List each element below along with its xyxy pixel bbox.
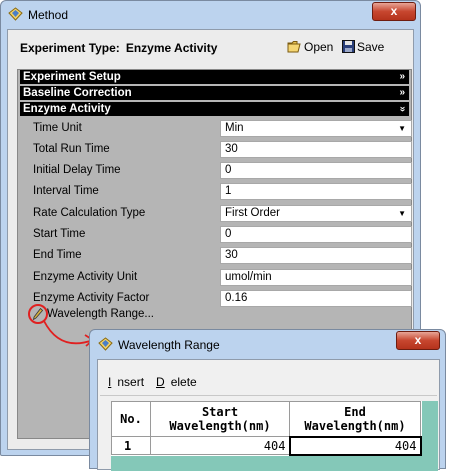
app-icon — [98, 337, 113, 354]
wavelength-table: No. Start Wavelength(nm) End Wavelength(nm… — [111, 401, 422, 456]
dialog-menu: Insert Delete — [108, 375, 209, 389]
delete-label-rest: elete — [170, 375, 197, 389]
dialog-client: Insert Delete No. Start Wavelength(nm) End… — [97, 359, 440, 471]
wavelength-range-dialog: Wavelength Range x Insert Delete No. Star… — [89, 329, 446, 471]
start-header-line2: Wavelength(nm) — [169, 419, 271, 433]
dialog-title: Wavelength Range — [118, 338, 220, 352]
insert-menu-item[interactable]: Insert — [108, 375, 150, 389]
start-header-line1: Start — [201, 405, 239, 419]
dialog-close-button[interactable]: x — [396, 331, 440, 350]
end-header-line1: End — [344, 404, 366, 419]
column-header-end: End Wavelength(nm) — [289, 401, 421, 437]
wavelength-grid: No. Start Wavelength(nm) End Wavelength(nm… — [111, 401, 438, 471]
table-row[interactable]: 1 404 404 — [111, 435, 422, 456]
insert-label-rest: nsert — [117, 375, 145, 389]
dialog-title-bar[interactable]: Wavelength Range x — [90, 330, 445, 358]
column-header-no: No. — [111, 401, 151, 437]
column-header-start: Start Wavelength(nm) — [150, 401, 290, 437]
end-header-line2: Wavelength(nm) — [304, 418, 406, 433]
row-number: 1 — [111, 436, 151, 455]
start-wavelength-cell[interactable]: 404 — [150, 436, 290, 455]
end-wavelength-cell[interactable]: 404 — [288, 435, 422, 456]
menu-divider — [100, 395, 437, 396]
delete-menu-item[interactable]: Delete — [156, 375, 203, 389]
